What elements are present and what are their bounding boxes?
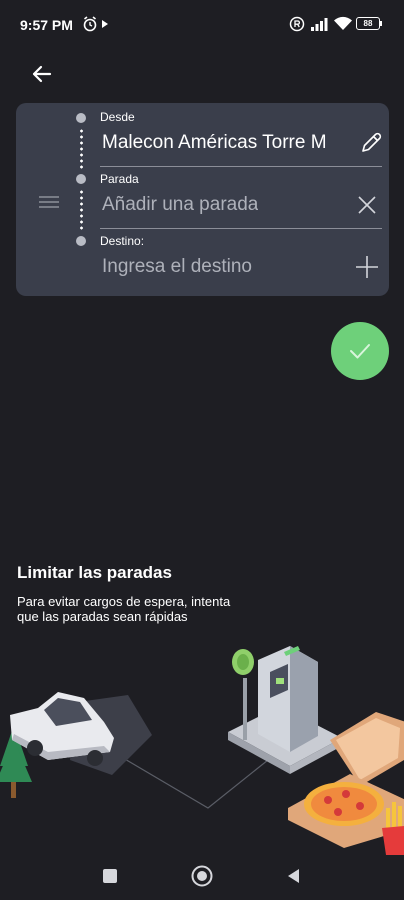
stops-illustration: [0, 646, 404, 855]
destination-field[interactable]: Ingresa el destino: [102, 256, 252, 278]
battery-tip: [380, 21, 382, 26]
system-nav-bar: [0, 852, 404, 900]
drag-handle-icon[interactable]: [38, 195, 60, 209]
route-connector-line: [80, 189, 83, 231]
tip-title: Limitar las paradas: [17, 563, 172, 582]
checkmark-icon: [350, 344, 370, 359]
signal-icon: [311, 18, 328, 31]
edit-origin-button[interactable]: [357, 129, 385, 157]
alarm-icon: [83, 16, 97, 32]
battery-icon: 88: [356, 17, 380, 30]
status-bar: 9:57 PM 88: [0, 0, 404, 50]
tip-body: Para evitar cargos de espera, intenta qu…: [17, 594, 231, 624]
recents-button[interactable]: [98, 864, 122, 888]
plus-icon: [356, 256, 378, 278]
registered-icon: [289, 16, 305, 32]
destination-label: Destino:: [100, 234, 145, 248]
back-triangle-icon: [288, 869, 299, 883]
wifi-icon: [334, 16, 352, 30]
nav-back-button[interactable]: [282, 864, 306, 888]
status-time: 9:57 PM: [20, 17, 73, 33]
home-button[interactable]: [190, 864, 214, 888]
add-destination-button[interactable]: [353, 253, 381, 281]
confirm-route-button[interactable]: [331, 322, 389, 380]
origin-label: Desde: [100, 110, 135, 124]
play-icon: [102, 20, 108, 28]
origin-dot: [76, 113, 86, 123]
stop-dot: [76, 174, 86, 184]
stop-field[interactable]: Añadir una parada: [102, 194, 258, 216]
destination-dot: [76, 236, 86, 246]
arrow-left-icon: [32, 65, 52, 83]
stop-divider: [100, 228, 382, 229]
origin-divider: [100, 166, 382, 167]
back-button[interactable]: [26, 58, 58, 90]
battery-level: 88: [363, 18, 373, 28]
route-connector-line: [80, 128, 83, 170]
recents-square-icon: [103, 869, 117, 883]
home-circle-icon: [191, 865, 213, 887]
pencil-icon: [362, 132, 382, 152]
stop-label: Parada: [100, 172, 139, 186]
atm-icon: [258, 646, 318, 752]
remove-stop-button[interactable]: [353, 191, 381, 219]
origin-field[interactable]: Malecon Américas Torre M: [102, 132, 358, 154]
route-card: Desde Malecon Américas Torre M Parada Añ…: [16, 103, 389, 296]
close-icon: [358, 196, 376, 214]
